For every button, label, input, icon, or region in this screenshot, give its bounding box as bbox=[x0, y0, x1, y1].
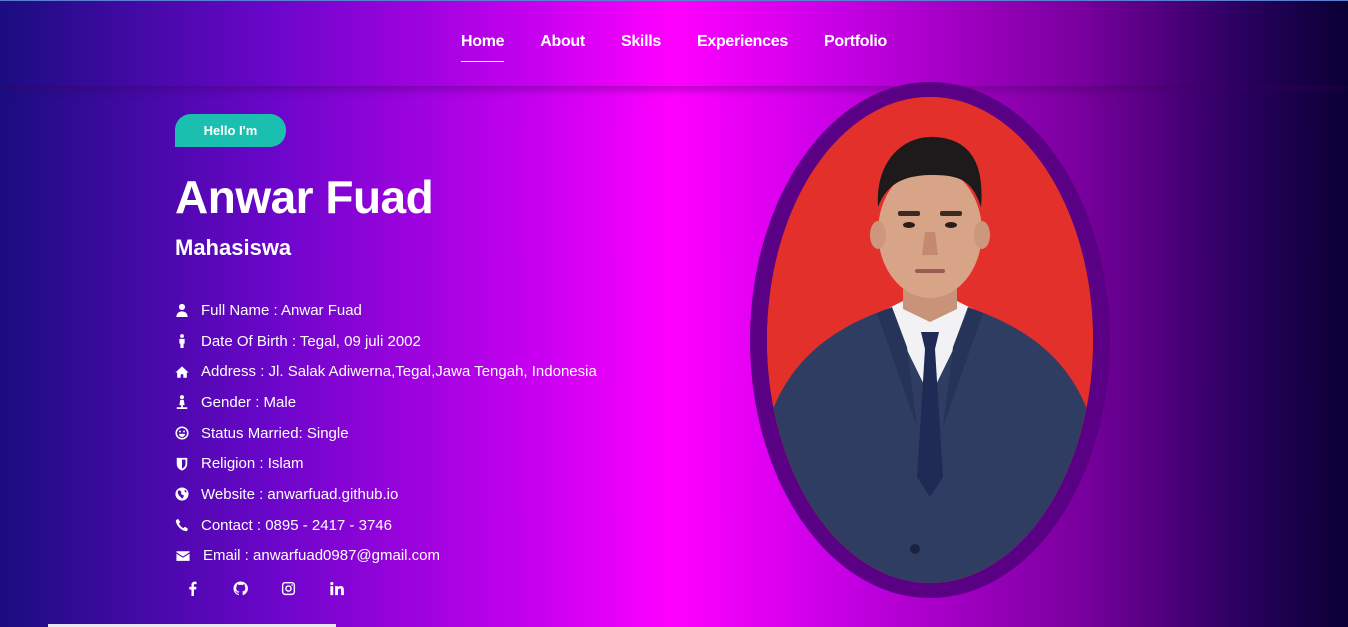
profile-photo bbox=[767, 97, 1093, 583]
phone-icon bbox=[175, 518, 189, 532]
portrait-illustration bbox=[767, 97, 1093, 583]
navbar: Home About Skills Experiences Portfolio bbox=[0, 0, 1348, 86]
envelope-icon bbox=[175, 549, 191, 563]
info-text: Status Married: Single bbox=[201, 424, 349, 442]
info-birth: Date Of Birth : Tegal, 09 juli 2002 bbox=[175, 326, 695, 357]
info-status: Status Married: Single bbox=[175, 418, 695, 449]
person-role: Mahasiswa bbox=[175, 235, 292, 260]
nav-portfolio[interactable]: Portfolio bbox=[824, 33, 887, 61]
globe-icon bbox=[175, 487, 189, 502]
github-icon[interactable] bbox=[223, 574, 257, 602]
social-links bbox=[175, 574, 367, 602]
info-religion: Religion : Islam bbox=[175, 448, 695, 479]
male-icon bbox=[175, 334, 189, 349]
facebook-icon[interactable] bbox=[175, 574, 209, 602]
info-gender: Gender : Male bbox=[175, 387, 695, 418]
info-email: Email : anwarfuad0987@gmail.com bbox=[175, 541, 695, 572]
nav-links: Home About Skills Experiences Portfolio bbox=[0, 33, 1348, 62]
profile-photo-frame bbox=[750, 82, 1110, 598]
info-list: Full Name : Anwar Fuad Date Of Birth : T… bbox=[175, 295, 695, 571]
info-text: Religion : Islam bbox=[201, 455, 304, 473]
instagram-icon[interactable] bbox=[271, 574, 305, 602]
linkedin-icon[interactable] bbox=[319, 574, 353, 602]
hero-intro: Hello I'm Anwar Fuad Mahasiswa Full Name… bbox=[175, 114, 695, 571]
info-text: Contact : 0895 - 2417 - 3746 bbox=[201, 516, 392, 534]
nav-skills[interactable]: Skills bbox=[621, 33, 661, 61]
shield-icon bbox=[175, 457, 189, 471]
info-text: Gender : Male bbox=[201, 393, 297, 411]
gender-icon bbox=[175, 395, 189, 410]
hello-badge: Hello I'm bbox=[175, 114, 286, 147]
person-name: Anwar Fuad bbox=[175, 171, 434, 223]
info-website: Website : anwarfuad.github.io bbox=[175, 479, 695, 510]
info-full-name: Full Name : Anwar Fuad bbox=[175, 295, 695, 326]
nav-home[interactable]: Home bbox=[460, 33, 505, 62]
smile-icon bbox=[175, 426, 189, 440]
home-icon bbox=[175, 365, 189, 379]
nav-experiences[interactable]: Experiences bbox=[697, 33, 788, 61]
info-text: Email : anwarfuad0987@gmail.com bbox=[203, 547, 441, 565]
info-text: Website : anwarfuad.github.io bbox=[201, 485, 399, 503]
info-text: Date Of Birth : Tegal, 09 juli 2002 bbox=[201, 332, 421, 350]
user-icon bbox=[175, 303, 189, 318]
info-text: Address : Jl. Salak Adiwerna,Tegal,Jawa … bbox=[201, 363, 597, 381]
info-contact: Contact : 0895 - 2417 - 3746 bbox=[175, 510, 695, 541]
info-text: Full Name : Anwar Fuad bbox=[201, 301, 362, 319]
nav-about[interactable]: About bbox=[540, 33, 585, 61]
info-address: Address : Jl. Salak Adiwerna,Tegal,Jawa … bbox=[175, 356, 695, 387]
